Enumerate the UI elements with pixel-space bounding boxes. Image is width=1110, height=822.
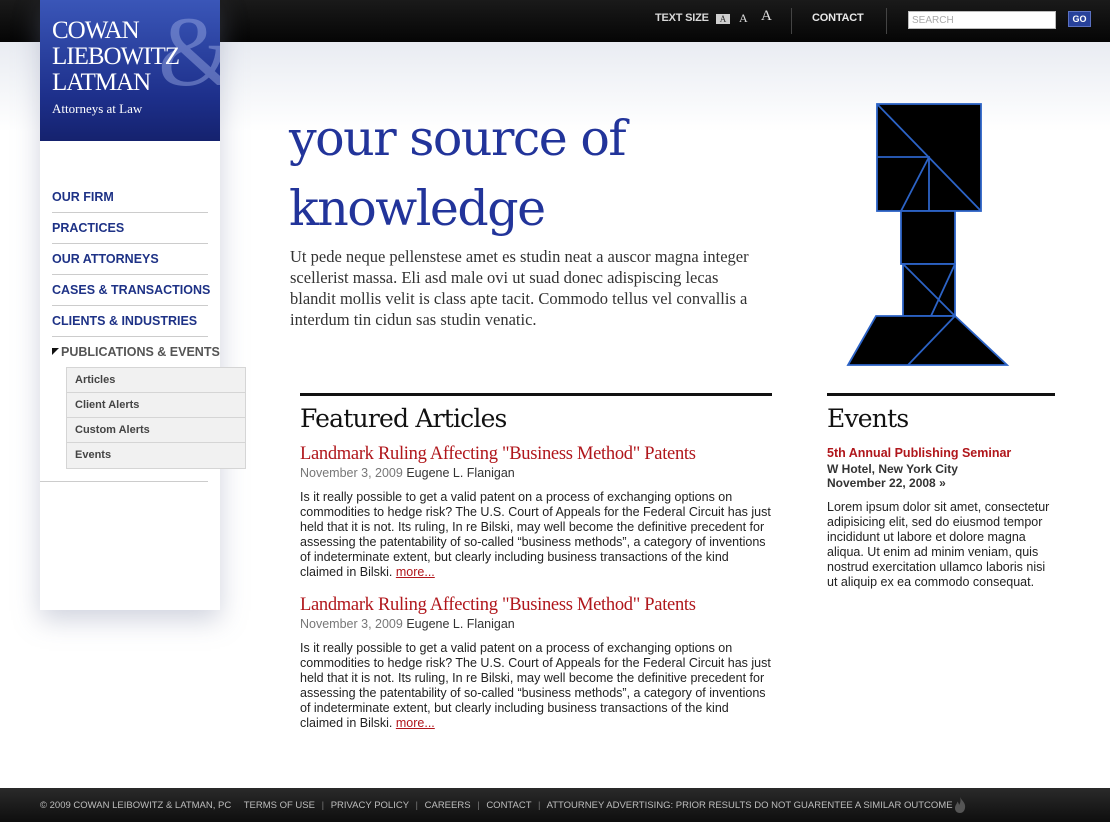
footer-link-privacy[interactable]: PRIVACY POLICY: [331, 800, 409, 811]
article-body: Is it really possible to get a valid pat…: [300, 641, 772, 731]
article-meta: November 3, 2009 Eugene L. Flanigan: [300, 617, 772, 631]
footer-link-contact[interactable]: CONTACT: [486, 800, 531, 811]
article-title-link[interactable]: Landmark Ruling Affecting "Business Meth…: [300, 595, 772, 616]
article-more-link[interactable]: more...: [396, 716, 435, 730]
subnav-item-custom-alerts[interactable]: Custom Alerts: [67, 418, 245, 443]
contact-link[interactable]: CONTACT: [812, 12, 864, 24]
footer-link-careers[interactable]: CAREERS: [425, 800, 471, 811]
nav-item-clients-industries[interactable]: CLIENTS & INDUSTRIES: [52, 306, 208, 337]
hero-text: Ut pede neque pellenstese amet es studin…: [290, 247, 749, 329]
tangram-figure-image: [846, 103, 1010, 366]
logo-subtitle: Attorneys at Law: [52, 101, 143, 116]
flame-icon: [955, 797, 966, 813]
subnav-item-events[interactable]: Events: [67, 443, 245, 468]
article-date: November 3, 2009: [300, 617, 403, 631]
main-nav: OUR FIRM PRACTICES OUR ATTORNEYS CASES &…: [52, 182, 248, 368]
hero-title-line-2: knowledge: [289, 180, 546, 237]
nav-item-publications-events[interactable]: PUBLICATIONS & EVENTS: [52, 337, 248, 368]
event-title-link[interactable]: 5th Annual Publishing Seminar: [827, 446, 1057, 460]
logo-line-3: LATMAN: [52, 69, 151, 96]
article-item: Landmark Ruling Affecting "Business Meth…: [300, 595, 772, 731]
logo-line-2: LIEBOWITZ: [52, 43, 180, 70]
event-item: 5th Annual Publishing Seminar W Hotel, N…: [827, 446, 1057, 590]
events-divider: [827, 393, 1055, 396]
article-body-text: Is it really possible to get a valid pat…: [300, 490, 771, 579]
footer-separator: |: [415, 800, 418, 811]
subnav-item-client-alerts[interactable]: Client Alerts: [67, 393, 245, 418]
nav-item-label: PUBLICATIONS & EVENTS: [61, 345, 220, 359]
nav-item-our-firm[interactable]: OUR FIRM: [52, 182, 208, 213]
hero-title: your source of knowledge: [289, 104, 809, 244]
search-go-button[interactable]: GO: [1068, 11, 1091, 27]
divider: [791, 8, 792, 34]
footer-copyright: © 2009 COWAN LEIBOWITZ & LATMAN, PC: [40, 800, 232, 811]
divider: [40, 481, 208, 482]
article-title-link[interactable]: Landmark Ruling Affecting "Business Meth…: [300, 444, 772, 465]
featured-heading: Featured Articles: [300, 404, 507, 433]
article-meta: November 3, 2009 Eugene L. Flanigan: [300, 466, 772, 480]
text-size-large-button[interactable]: A: [761, 8, 772, 25]
footer-link-advertising[interactable]: ATTOURNEY ADVERTISING: PRIOR RESULTS DO …: [547, 800, 953, 811]
logo-line-1: COWAN: [52, 17, 140, 44]
events-heading: Events: [827, 404, 909, 433]
firm-logo[interactable]: & COWAN LIEBOWITZ LATMAN Attorneys at La…: [40, 0, 220, 141]
footer: © 2009 COWAN LEIBOWITZ & LATMAN, PC TERM…: [0, 788, 1110, 822]
featured-divider: [300, 393, 772, 396]
article-body-text: Is it really possible to get a valid pat…: [300, 641, 771, 730]
text-size-small-button[interactable]: A: [716, 14, 730, 24]
hero-title-line-1: your source of: [289, 110, 627, 167]
article-body: Is it really possible to get a valid pat…: [300, 490, 772, 580]
article-author: Eugene L. Flanigan: [406, 466, 515, 480]
expanded-triangle-icon: [52, 348, 59, 355]
nav-item-cases-transactions[interactable]: CASES & TRANSACTIONS: [52, 275, 210, 306]
text-size-medium-button[interactable]: A: [739, 11, 748, 26]
nav-item-practices[interactable]: PRACTICES: [52, 213, 208, 244]
sub-nav: Articles Client Alerts Custom Alerts Eve…: [66, 367, 246, 469]
footer-separator: |: [477, 800, 480, 811]
sidebar: & COWAN LIEBOWITZ LATMAN Attorneys at La…: [40, 0, 246, 610]
footer-links: © 2009 COWAN LEIBOWITZ & LATMAN, PC TERM…: [40, 800, 953, 811]
search-input[interactable]: [908, 11, 1056, 29]
article-date: November 3, 2009: [300, 466, 403, 480]
footer-link-terms[interactable]: TERMS OF USE: [244, 800, 315, 811]
article-item: Landmark Ruling Affecting "Business Meth…: [300, 444, 772, 580]
event-description: Lorem ipsum dolor sit amet, consectetur …: [827, 500, 1050, 589]
event-date-link[interactable]: November 22, 2008 »: [827, 477, 1057, 490]
article-author: Eugene L. Flanigan: [406, 617, 515, 631]
event-location: W Hotel, New York City: [827, 462, 958, 476]
footer-separator: |: [321, 800, 325, 811]
footer-separator: |: [538, 800, 541, 811]
divider: [886, 8, 887, 34]
text-size-label: TEXT SIZE: [655, 12, 709, 24]
subnav-item-articles[interactable]: Articles: [67, 368, 245, 393]
nav-item-our-attorneys[interactable]: OUR ATTORNEYS: [52, 244, 208, 275]
article-more-link[interactable]: more...: [396, 565, 435, 579]
